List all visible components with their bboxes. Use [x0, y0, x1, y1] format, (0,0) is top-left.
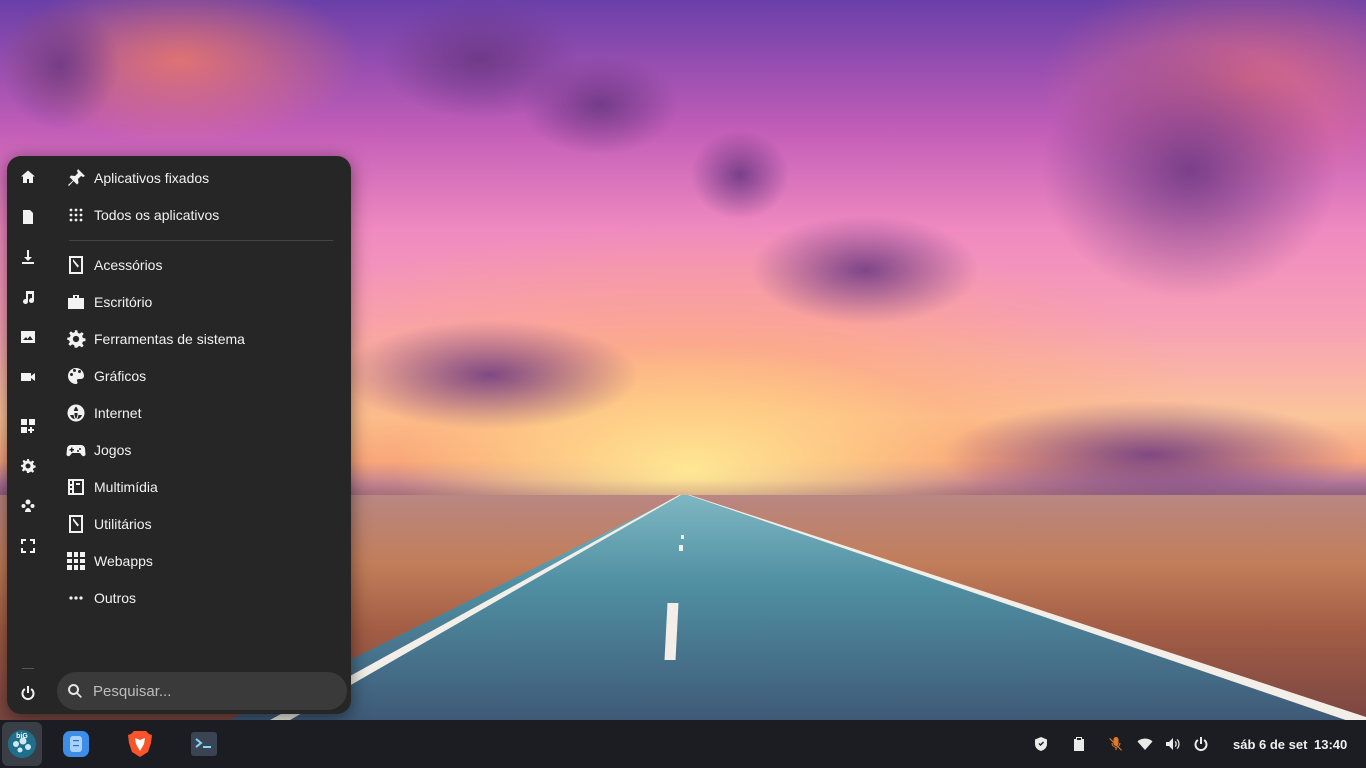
- section-pinned-apps[interactable]: Aplicativos fixados: [63, 161, 335, 195]
- category-multimidia[interactable]: Multimídia: [63, 470, 335, 504]
- category-label: Gráficos: [94, 368, 147, 384]
- terminal-button[interactable]: [184, 722, 224, 766]
- category-label: Acessórios: [94, 257, 163, 273]
- graphics-icon: [63, 363, 89, 389]
- document-icon[interactable]: [16, 205, 40, 229]
- webapps-icon: [63, 548, 89, 574]
- category-graficos[interactable]: Gráficos: [63, 359, 335, 393]
- file-manager-button[interactable]: [56, 722, 96, 766]
- category-label: Utilitários: [94, 516, 152, 532]
- category-jogos[interactable]: Jogos: [63, 433, 335, 467]
- settings-icon[interactable]: [16, 454, 40, 478]
- gear-icon: [63, 326, 89, 352]
- brave-browser-icon: [128, 731, 152, 757]
- mic-muted-icon[interactable]: [1105, 720, 1127, 768]
- terminal-icon: [191, 732, 217, 756]
- biglinux-menu-button[interactable]: biG: [2, 722, 42, 766]
- power-icon[interactable]: [16, 681, 40, 705]
- search-input[interactable]: [91, 681, 335, 701]
- category-label: Multimídia: [94, 479, 158, 495]
- category-acessorios[interactable]: Acessórios: [63, 248, 335, 282]
- category-label: Escritório: [94, 294, 153, 310]
- apps-add-icon[interactable]: [16, 414, 40, 438]
- section-label: Todos os aplicativos: [94, 207, 220, 223]
- grid-dots-icon: [63, 202, 89, 228]
- home-icon[interactable]: [16, 165, 40, 189]
- video-icon[interactable]: [16, 365, 40, 389]
- category-label: Jogos: [94, 442, 132, 458]
- accessories-icon: [63, 252, 89, 278]
- pin-icon: [63, 165, 89, 191]
- clipboard-icon[interactable]: [1068, 720, 1090, 768]
- start-menu: Aplicativos fixados Todos os aplicativos…: [7, 156, 351, 714]
- image-icon[interactable]: [16, 325, 40, 349]
- category-outros[interactable]: Outros: [63, 581, 335, 615]
- rail-divider: [22, 668, 34, 669]
- file-manager-icon: [63, 731, 89, 757]
- date-label[interactable]: sáb 6 de set: [1233, 720, 1307, 768]
- utilities-icon: [63, 511, 89, 537]
- category-label: Internet: [94, 405, 142, 421]
- section-all-apps[interactable]: Todos os aplicativos: [63, 198, 335, 232]
- download-icon[interactable]: [16, 245, 40, 269]
- category-internet[interactable]: Internet: [63, 396, 335, 430]
- menu-side-rail: [7, 156, 49, 714]
- wifi-icon[interactable]: [1134, 720, 1156, 768]
- search-box[interactable]: [57, 672, 347, 710]
- category-ferramentas[interactable]: Ferramentas de sistema: [63, 322, 335, 356]
- multimedia-icon: [63, 474, 89, 500]
- svg-text:biG: biG: [16, 733, 28, 740]
- menu-divider: [69, 240, 333, 241]
- taskbar: biG sáb 6 de set 13:40: [0, 720, 1366, 768]
- category-label: Ferramentas de sistema: [94, 331, 245, 347]
- section-label: Aplicativos fixados: [94, 170, 210, 186]
- category-webapps[interactable]: Webapps: [63, 544, 335, 578]
- category-escritorio[interactable]: Escritório: [63, 285, 335, 319]
- brave-browser-button[interactable]: [120, 722, 160, 766]
- users-icon[interactable]: [16, 493, 40, 517]
- search-icon: [68, 684, 82, 698]
- volume-icon[interactable]: [1162, 720, 1184, 768]
- globe-icon: [63, 400, 89, 426]
- category-label: Outros: [94, 590, 137, 606]
- shield-icon[interactable]: [1030, 720, 1052, 768]
- biglinux-logo-icon: biG: [8, 730, 36, 758]
- category-label: Webapps: [94, 553, 153, 569]
- more-icon: [63, 585, 89, 611]
- gamepad-icon: [63, 437, 89, 463]
- office-icon: [63, 289, 89, 315]
- power-icon[interactable]: [1190, 720, 1212, 768]
- category-utilitarios[interactable]: Utilitários: [63, 507, 335, 541]
- time-label[interactable]: 13:40: [1314, 720, 1347, 768]
- fullscreen-icon[interactable]: [16, 534, 40, 558]
- music-icon[interactable]: [16, 285, 40, 309]
